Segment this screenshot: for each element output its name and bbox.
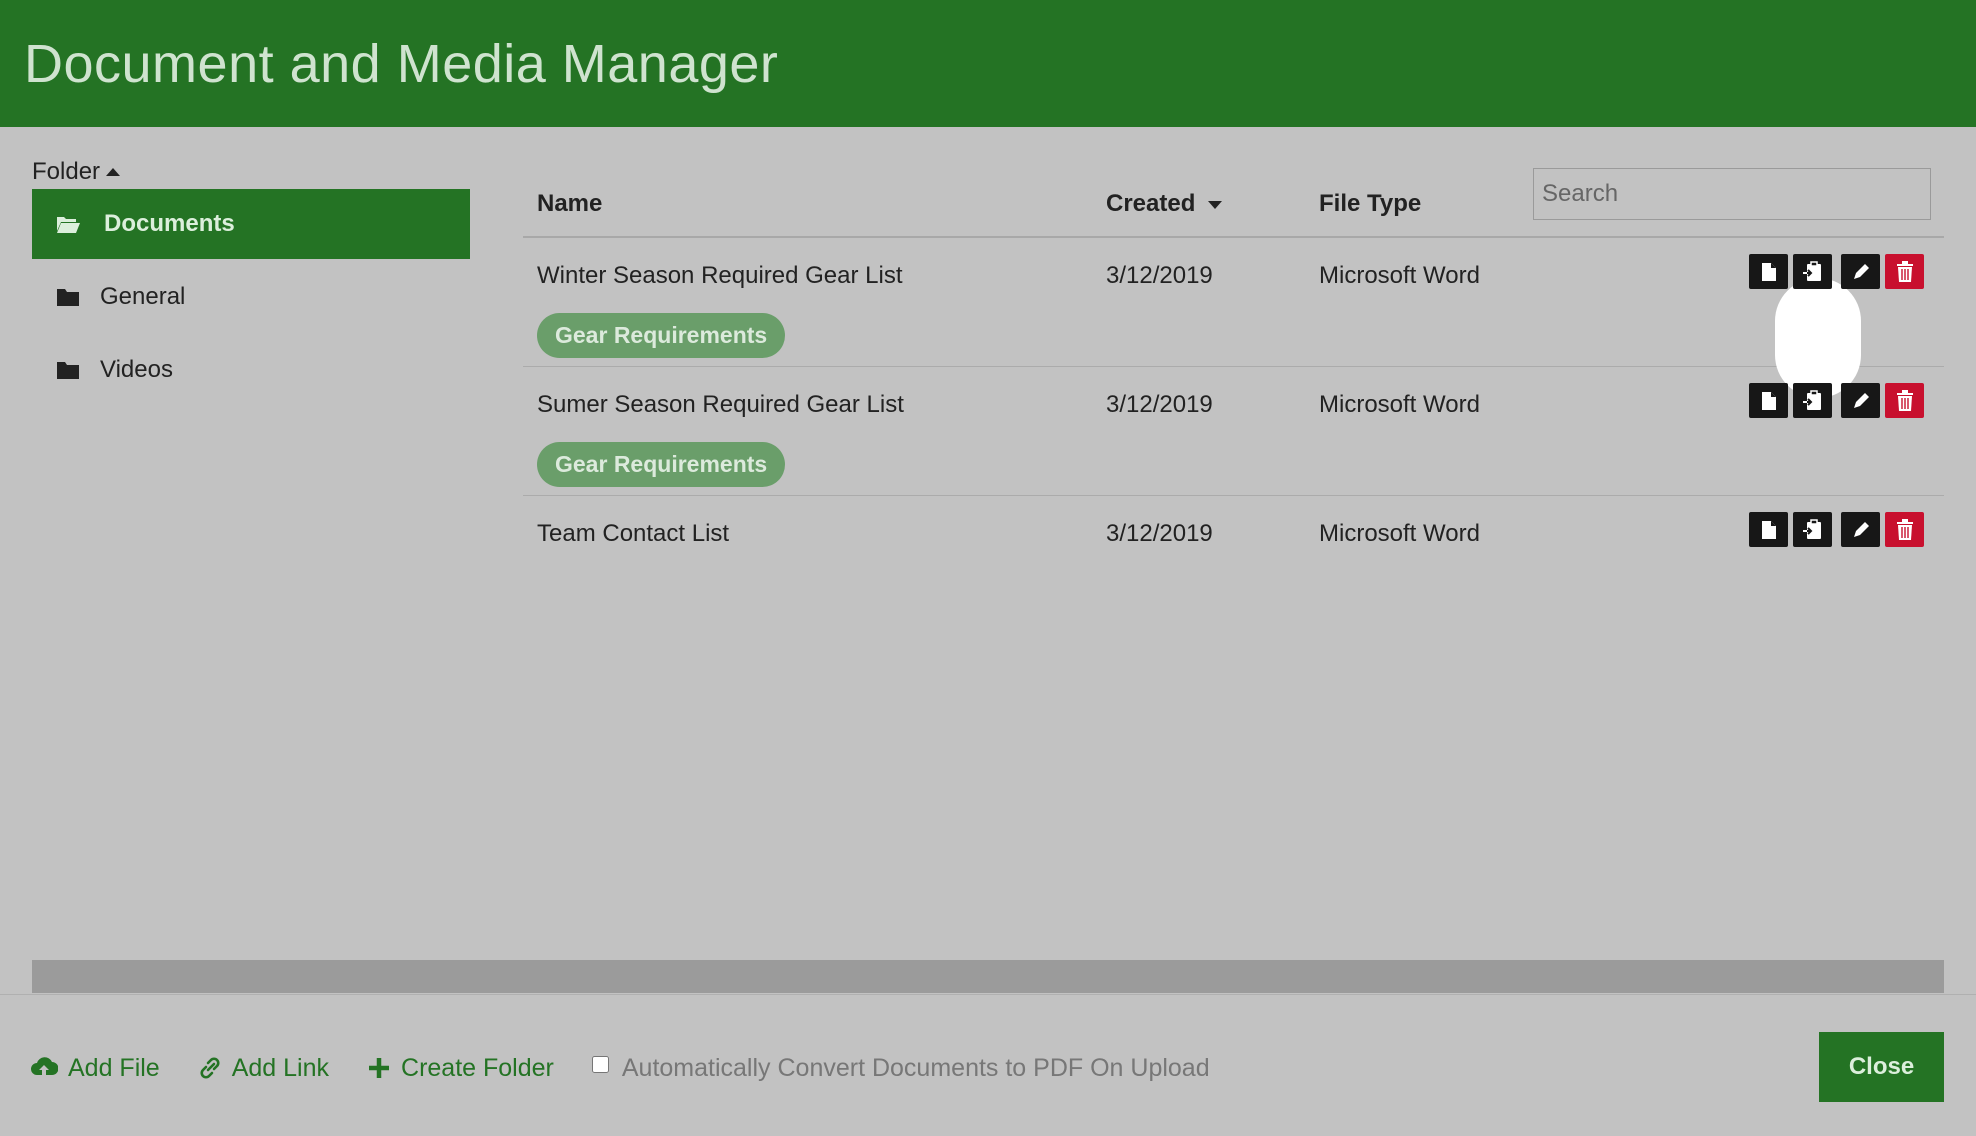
row-actions — [1749, 383, 1924, 418]
add-link-button[interactable]: Add Link — [198, 1054, 329, 1083]
cloud-upload-icon — [31, 1057, 58, 1078]
file-icon — [1761, 520, 1776, 539]
table-row: Winter Season Required Gear List 3/12/20… — [523, 238, 1944, 398]
copy-button[interactable] — [1793, 383, 1832, 418]
column-header-name[interactable]: Name — [537, 190, 602, 218]
trash-icon — [1896, 260, 1913, 282]
document-name[interactable]: Sumer Season Required Gear List — [537, 391, 904, 419]
add-link-label: Add Link — [231, 1053, 330, 1082]
table-row: Team Contact List 3/12/2019 Microsoft Wo… — [523, 496, 1944, 566]
column-header-created[interactable]: Created — [1106, 190, 1223, 218]
delete-button[interactable] — [1885, 383, 1924, 418]
search-input[interactable] — [1533, 168, 1931, 220]
pencil-icon — [1853, 263, 1869, 279]
file-icon — [1761, 391, 1776, 410]
table-header: Name Created File Type — [523, 168, 1944, 238]
caret-up-icon — [106, 168, 121, 176]
folder-heading-label: Folder — [32, 158, 101, 185]
file-icon — [1761, 262, 1776, 281]
edit-button[interactable] — [1841, 254, 1880, 289]
document-created: 3/12/2019 — [1106, 391, 1213, 418]
close-button[interactable]: Close — [1819, 1032, 1944, 1102]
folder-label: Videos — [100, 356, 173, 383]
folder-item-general[interactable]: General — [32, 262, 470, 332]
table-row: Sumer Season Required Gear List 3/12/201… — [523, 367, 1944, 496]
trash-icon — [1896, 518, 1913, 540]
view-file-button[interactable] — [1749, 383, 1788, 418]
tag-badge[interactable]: Gear Requirements — [537, 313, 786, 358]
convert-pdf-checkbox[interactable] — [591, 1055, 609, 1073]
add-file-button[interactable]: Add File — [30, 1054, 160, 1083]
convert-pdf-option[interactable]: Automatically Convert Documents to PDF O… — [591, 1053, 1210, 1083]
folder-item-videos[interactable]: Videos — [32, 335, 470, 405]
folder-label: General — [100, 283, 186, 310]
footer-divider — [0, 994, 1976, 995]
document-name[interactable]: Team Contact List — [537, 520, 729, 548]
document-table: Name Created File Type Winter Season Req… — [523, 168, 1944, 566]
folder-sidebar: Folder Documents General Videos — [32, 155, 470, 405]
clipboard-icon — [1802, 260, 1821, 281]
trash-icon — [1896, 389, 1913, 411]
view-file-button[interactable] — [1749, 512, 1788, 547]
pencil-icon — [1853, 521, 1869, 537]
link-icon — [200, 1057, 220, 1079]
footer-toolbar: Add File Add Link Create Folder Automati… — [30, 1046, 1210, 1090]
create-folder-label: Create Folder — [401, 1053, 554, 1082]
copy-button[interactable] — [1793, 254, 1832, 289]
document-file-type: Microsoft Word — [1319, 391, 1480, 418]
clipboard-icon — [1802, 389, 1821, 410]
add-file-label: Add File — [68, 1053, 160, 1082]
folder-icon — [57, 362, 79, 379]
copy-button[interactable] — [1793, 512, 1832, 547]
caret-down-icon — [1208, 200, 1223, 209]
convert-pdf-label: Automatically Convert Documents to PDF O… — [621, 1053, 1210, 1082]
app-header: Document and Media Manager — [0, 0, 1976, 127]
document-name[interactable]: Winter Season Required Gear List — [537, 262, 903, 290]
folder-open-icon — [57, 217, 80, 233]
pencil-icon — [1853, 392, 1869, 408]
document-file-type: Microsoft Word — [1319, 520, 1480, 547]
row-actions — [1749, 512, 1924, 547]
folder-item-documents[interactable]: Documents — [32, 189, 470, 259]
document-file-type: Microsoft Word — [1319, 262, 1480, 289]
horizontal-scrollbar[interactable] — [32, 960, 1944, 993]
delete-button[interactable] — [1885, 254, 1924, 289]
view-file-button[interactable] — [1749, 254, 1788, 289]
clipboard-icon — [1802, 518, 1821, 539]
document-created: 3/12/2019 — [1106, 520, 1213, 547]
column-header-created-label: Created — [1106, 190, 1196, 217]
row-actions — [1749, 254, 1924, 289]
plus-icon — [369, 1058, 390, 1078]
folder-sort-header[interactable]: Folder — [32, 155, 470, 189]
create-folder-button[interactable]: Create Folder — [367, 1054, 554, 1083]
delete-button[interactable] — [1885, 512, 1924, 547]
column-header-file-type[interactable]: File Type — [1319, 190, 1421, 218]
document-created: 3/12/2019 — [1106, 262, 1213, 289]
edit-button[interactable] — [1841, 512, 1880, 547]
page-title: Document and Media Manager — [24, 33, 779, 94]
folder-label: Documents — [104, 210, 235, 237]
tag-badge[interactable]: Gear Requirements — [537, 442, 786, 487]
edit-button[interactable] — [1841, 383, 1880, 418]
folder-icon — [57, 289, 79, 306]
